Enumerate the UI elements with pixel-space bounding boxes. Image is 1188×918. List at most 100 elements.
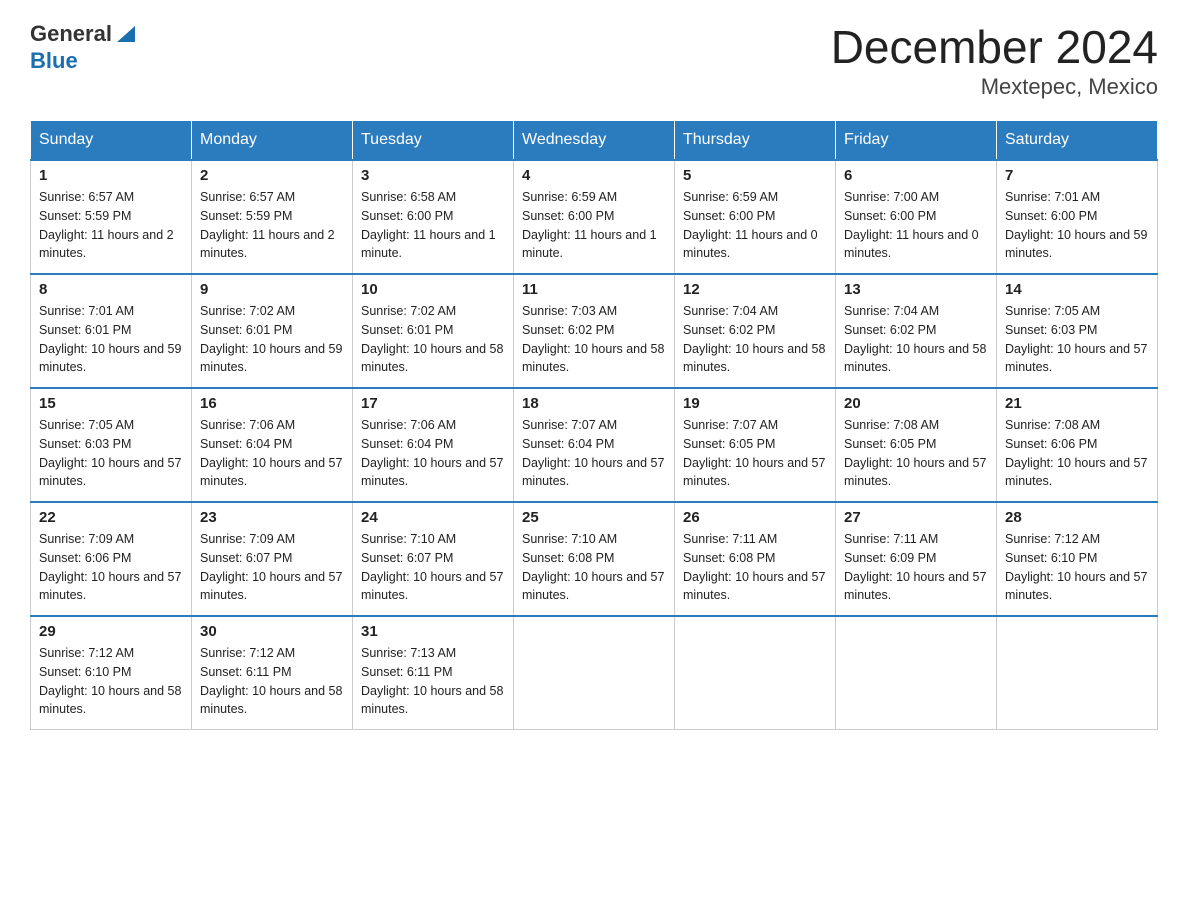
day-info: Sunrise: 6:58 AMSunset: 6:00 PMDaylight:… [361, 190, 496, 260]
day-info: Sunrise: 7:11 AMSunset: 6:09 PMDaylight:… [844, 532, 986, 602]
day-number: 11 [522, 281, 666, 298]
weekday-header-saturday: Saturday [997, 121, 1158, 161]
calendar-day-6: 6 Sunrise: 7:00 AMSunset: 6:00 PMDayligh… [836, 160, 997, 274]
day-number: 10 [361, 281, 505, 298]
calendar-day-4: 4 Sunrise: 6:59 AMSunset: 6:00 PMDayligh… [514, 160, 675, 274]
day-number: 7 [1005, 167, 1149, 184]
weekday-header-sunday: Sunday [31, 121, 192, 161]
month-title: December 2024 [831, 20, 1158, 74]
location: Mextepec, Mexico [831, 74, 1158, 100]
day-info: Sunrise: 7:08 AMSunset: 6:05 PMDaylight:… [844, 418, 986, 488]
day-number: 2 [200, 167, 344, 184]
day-info: Sunrise: 7:12 AMSunset: 6:10 PMDaylight:… [39, 646, 181, 716]
page-header: General Blue December 2024 Mextepec, Mex… [30, 20, 1158, 100]
day-number: 8 [39, 281, 183, 298]
weekday-header-tuesday: Tuesday [353, 121, 514, 161]
day-info: Sunrise: 7:02 AMSunset: 6:01 PMDaylight:… [200, 304, 342, 374]
calendar-day-26: 26 Sunrise: 7:11 AMSunset: 6:08 PMDaylig… [675, 502, 836, 616]
calendar-header-row: SundayMondayTuesdayWednesdayThursdayFrid… [31, 121, 1158, 161]
logo-general: General [30, 22, 112, 46]
day-info: Sunrise: 7:04 AMSunset: 6:02 PMDaylight:… [683, 304, 825, 374]
day-number: 24 [361, 509, 505, 526]
day-info: Sunrise: 7:07 AMSunset: 6:04 PMDaylight:… [522, 418, 664, 488]
title-area: December 2024 Mextepec, Mexico [831, 20, 1158, 100]
day-info: Sunrise: 7:09 AMSunset: 6:07 PMDaylight:… [200, 532, 342, 602]
day-info: Sunrise: 7:04 AMSunset: 6:02 PMDaylight:… [844, 304, 986, 374]
day-number: 19 [683, 395, 827, 412]
day-info: Sunrise: 7:06 AMSunset: 6:04 PMDaylight:… [200, 418, 342, 488]
calendar-day-21: 21 Sunrise: 7:08 AMSunset: 6:06 PMDaylig… [997, 388, 1158, 502]
day-number: 26 [683, 509, 827, 526]
calendar-week-5: 29 Sunrise: 7:12 AMSunset: 6:10 PMDaylig… [31, 616, 1158, 730]
day-number: 27 [844, 509, 988, 526]
weekday-header-monday: Monday [192, 121, 353, 161]
day-number: 12 [683, 281, 827, 298]
calendar-day-7: 7 Sunrise: 7:01 AMSunset: 6:00 PMDayligh… [997, 160, 1158, 274]
day-number: 23 [200, 509, 344, 526]
logo-triangle-icon [115, 22, 137, 44]
calendar-day-5: 5 Sunrise: 6:59 AMSunset: 6:00 PMDayligh… [675, 160, 836, 274]
calendar-day-3: 3 Sunrise: 6:58 AMSunset: 6:00 PMDayligh… [353, 160, 514, 274]
day-number: 28 [1005, 509, 1149, 526]
calendar-day-8: 8 Sunrise: 7:01 AMSunset: 6:01 PMDayligh… [31, 274, 192, 388]
day-number: 15 [39, 395, 183, 412]
day-info: Sunrise: 7:06 AMSunset: 6:04 PMDaylight:… [361, 418, 503, 488]
logo-blue: Blue [30, 48, 78, 73]
calendar-day-16: 16 Sunrise: 7:06 AMSunset: 6:04 PMDaylig… [192, 388, 353, 502]
day-number: 22 [39, 509, 183, 526]
weekday-header-wednesday: Wednesday [514, 121, 675, 161]
logo: General Blue [30, 20, 137, 73]
calendar-day-28: 28 Sunrise: 7:12 AMSunset: 6:10 PMDaylig… [997, 502, 1158, 616]
day-info: Sunrise: 7:01 AMSunset: 6:01 PMDaylight:… [39, 304, 181, 374]
weekday-header-friday: Friday [836, 121, 997, 161]
day-number: 29 [39, 623, 183, 640]
day-number: 25 [522, 509, 666, 526]
day-number: 20 [844, 395, 988, 412]
calendar-day-30: 30 Sunrise: 7:12 AMSunset: 6:11 PMDaylig… [192, 616, 353, 730]
calendar-empty-cell [997, 616, 1158, 730]
day-number: 13 [844, 281, 988, 298]
day-info: Sunrise: 7:09 AMSunset: 6:06 PMDaylight:… [39, 532, 181, 602]
calendar-day-22: 22 Sunrise: 7:09 AMSunset: 6:06 PMDaylig… [31, 502, 192, 616]
calendar-day-18: 18 Sunrise: 7:07 AMSunset: 6:04 PMDaylig… [514, 388, 675, 502]
calendar-day-23: 23 Sunrise: 7:09 AMSunset: 6:07 PMDaylig… [192, 502, 353, 616]
calendar-day-17: 17 Sunrise: 7:06 AMSunset: 6:04 PMDaylig… [353, 388, 514, 502]
calendar-week-1: 1 Sunrise: 6:57 AMSunset: 5:59 PMDayligh… [31, 160, 1158, 274]
calendar-empty-cell [514, 616, 675, 730]
day-info: Sunrise: 7:02 AMSunset: 6:01 PMDaylight:… [361, 304, 503, 374]
calendar-day-31: 31 Sunrise: 7:13 AMSunset: 6:11 PMDaylig… [353, 616, 514, 730]
calendar-week-3: 15 Sunrise: 7:05 AMSunset: 6:03 PMDaylig… [31, 388, 1158, 502]
calendar-day-1: 1 Sunrise: 6:57 AMSunset: 5:59 PMDayligh… [31, 160, 192, 274]
day-info: Sunrise: 7:05 AMSunset: 6:03 PMDaylight:… [39, 418, 181, 488]
day-info: Sunrise: 7:13 AMSunset: 6:11 PMDaylight:… [361, 646, 503, 716]
day-number: 6 [844, 167, 988, 184]
day-info: Sunrise: 6:59 AMSunset: 6:00 PMDaylight:… [522, 190, 657, 260]
day-info: Sunrise: 7:11 AMSunset: 6:08 PMDaylight:… [683, 532, 825, 602]
calendar-day-13: 13 Sunrise: 7:04 AMSunset: 6:02 PMDaylig… [836, 274, 997, 388]
calendar-day-14: 14 Sunrise: 7:05 AMSunset: 6:03 PMDaylig… [997, 274, 1158, 388]
day-number: 17 [361, 395, 505, 412]
day-info: Sunrise: 7:03 AMSunset: 6:02 PMDaylight:… [522, 304, 664, 374]
day-number: 3 [361, 167, 505, 184]
day-info: Sunrise: 7:10 AMSunset: 6:07 PMDaylight:… [361, 532, 503, 602]
day-info: Sunrise: 7:01 AMSunset: 6:00 PMDaylight:… [1005, 190, 1147, 260]
calendar-day-10: 10 Sunrise: 7:02 AMSunset: 6:01 PMDaylig… [353, 274, 514, 388]
day-number: 4 [522, 167, 666, 184]
day-number: 18 [522, 395, 666, 412]
calendar-day-15: 15 Sunrise: 7:05 AMSunset: 6:03 PMDaylig… [31, 388, 192, 502]
calendar-day-24: 24 Sunrise: 7:10 AMSunset: 6:07 PMDaylig… [353, 502, 514, 616]
calendar-day-11: 11 Sunrise: 7:03 AMSunset: 6:02 PMDaylig… [514, 274, 675, 388]
calendar-week-2: 8 Sunrise: 7:01 AMSunset: 6:01 PMDayligh… [31, 274, 1158, 388]
calendar-week-4: 22 Sunrise: 7:09 AMSunset: 6:06 PMDaylig… [31, 502, 1158, 616]
calendar-table: SundayMondayTuesdayWednesdayThursdayFrid… [30, 120, 1158, 730]
day-info: Sunrise: 7:12 AMSunset: 6:10 PMDaylight:… [1005, 532, 1147, 602]
calendar-day-25: 25 Sunrise: 7:10 AMSunset: 6:08 PMDaylig… [514, 502, 675, 616]
day-number: 9 [200, 281, 344, 298]
calendar-day-2: 2 Sunrise: 6:57 AMSunset: 5:59 PMDayligh… [192, 160, 353, 274]
calendar-empty-cell [836, 616, 997, 730]
day-number: 21 [1005, 395, 1149, 412]
day-number: 31 [361, 623, 505, 640]
day-info: Sunrise: 6:59 AMSunset: 6:00 PMDaylight:… [683, 190, 818, 260]
day-info: Sunrise: 7:12 AMSunset: 6:11 PMDaylight:… [200, 646, 342, 716]
day-info: Sunrise: 7:05 AMSunset: 6:03 PMDaylight:… [1005, 304, 1147, 374]
